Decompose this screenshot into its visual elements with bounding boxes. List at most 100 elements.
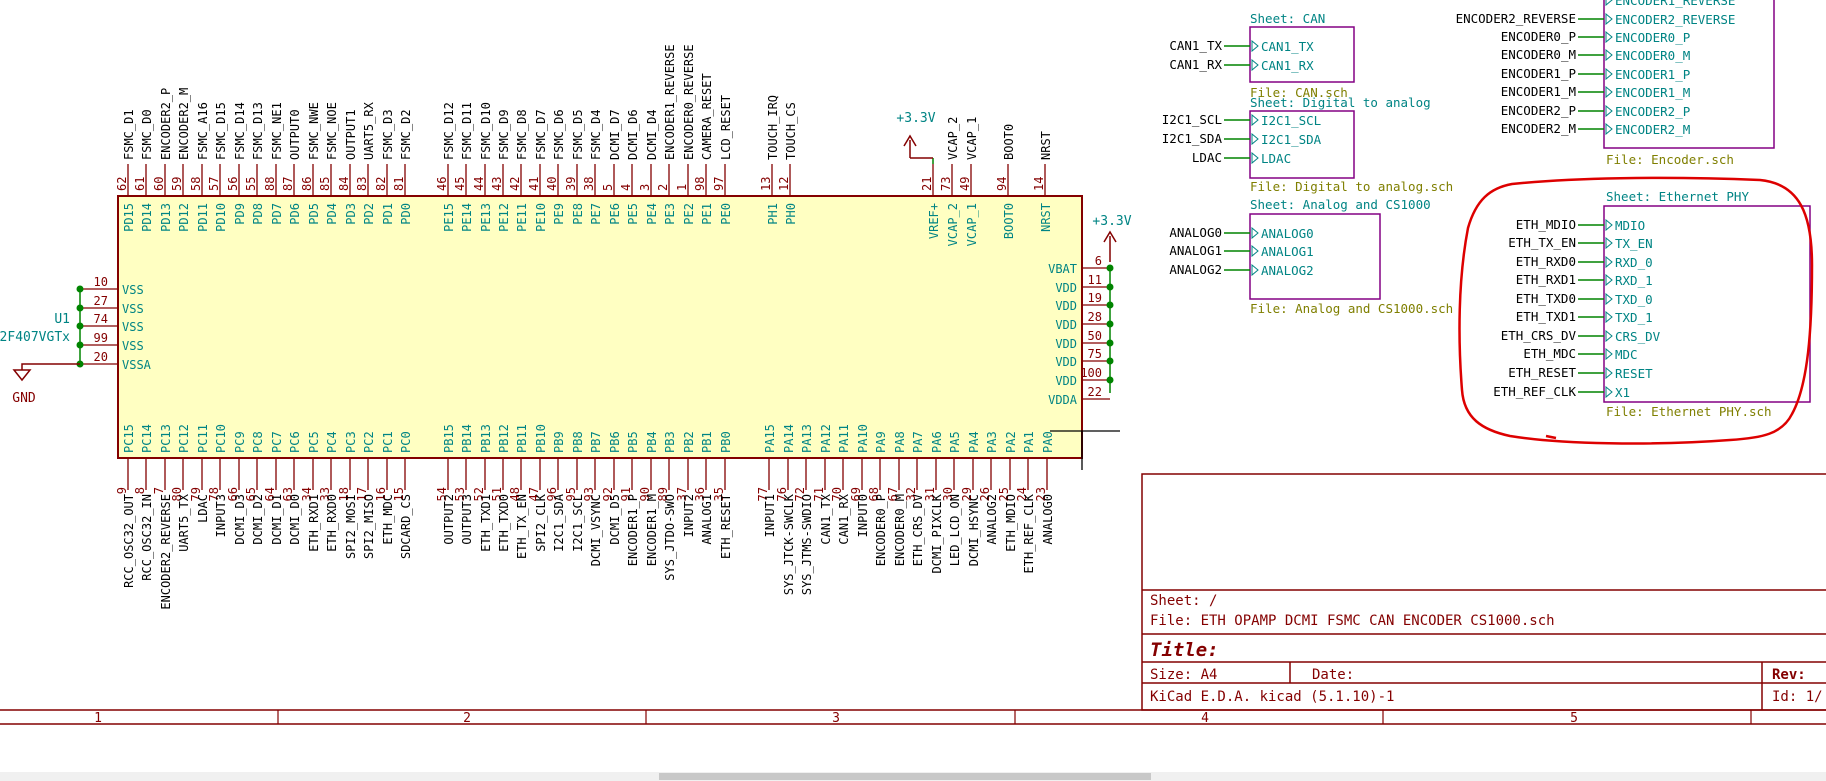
net-label: I2C1_SCL [571, 494, 585, 552]
pin-number: 39 [564, 177, 578, 191]
sheet-pin: I2C1_SCL [1261, 113, 1321, 128]
net-label: DCMI_PIXCLK [930, 493, 944, 573]
pin-name: PB6 [608, 431, 622, 453]
hierarchical-pin-icon [1251, 151, 1259, 165]
pin-name: PB11 [515, 424, 529, 453]
net-label: ENCODER2_M [1501, 121, 1576, 136]
title-block: Sheet: / File: ETH OPAMP DCMI FSMC CAN E… [1141, 473, 1826, 711]
net-label: ENCODER2_P [1501, 103, 1576, 118]
pin-name: PB4 [645, 431, 659, 453]
net-label: FSMC_D9 [497, 109, 511, 160]
pin-number: 58 [189, 177, 203, 191]
net-label: SYS_JTDO-SWO [663, 494, 677, 581]
pin-name: PA14 [782, 424, 796, 453]
net-label: DCMI_HSYNC [967, 494, 981, 566]
net-label: UART5_RX [362, 101, 376, 160]
pin-number: 1 [675, 184, 689, 191]
horizontal-scroll-thumb[interactable] [659, 773, 1151, 780]
net-label: ETH_TX_EN [1508, 235, 1576, 250]
hierarchical-pin-icon [1605, 273, 1613, 287]
net-label: SPI2_MISO [362, 494, 376, 559]
net-label: FSMC_D2 [399, 109, 413, 160]
vref-label: +3.3V [896, 111, 935, 126]
pin-name: PD6 [288, 203, 302, 225]
pin-name: PE7 [589, 203, 603, 225]
pin-name: PC0 [399, 431, 413, 453]
hierarchical-pin-icon [1605, 48, 1613, 62]
sheet-pin: TXD_1 [1615, 310, 1653, 325]
pin-name: PE1 [700, 203, 714, 225]
hierarchical-pin-icon [1605, 122, 1613, 136]
net-label: ETH_MDIO [1004, 494, 1018, 552]
pin-name: PC2 [362, 431, 376, 453]
gnd-symbol: GND [12, 363, 80, 406]
pin-name: PE4 [645, 203, 659, 225]
title-block-file: File: ETH OPAMP DCMI FSMC CAN ENCODER CS… [1150, 613, 1555, 629]
net-label: FSMC_D14 [233, 102, 247, 160]
pin-number: 83 [355, 177, 369, 191]
sheet-pin: CRS_DV [1615, 329, 1661, 344]
net-label: ETH_RESET [719, 494, 733, 559]
net-label: ENCODER1_P [1501, 66, 1576, 81]
schematic-canvas[interactable]: U1 2F407VGTx 62PD15FSMC_D161PD14FSMC_D06… [0, 0, 1826, 772]
pin-name: PC4 [325, 431, 339, 453]
pin-name: PE6 [608, 203, 622, 225]
pin-name: VDD [1055, 318, 1077, 332]
pin-number: 85 [318, 177, 332, 191]
vbat-arrow-icon [1103, 230, 1117, 262]
title-block-date: Date: [1312, 667, 1354, 683]
frame-column-4: 4 [1201, 711, 1209, 726]
net-label: DCMI_D6 [626, 109, 640, 160]
pin-name: PB10 [534, 424, 548, 453]
pin-name: PD15 [122, 203, 136, 232]
pin-name: PE14 [460, 203, 474, 232]
hierarchical-pin-icon [1605, 104, 1613, 118]
net-label: SYS_JTCK-SWCLK [782, 493, 796, 595]
hierarchical-pin-icon [1605, 67, 1613, 81]
net-label: ENCODER2_P [159, 88, 173, 160]
pin-name: PB5 [626, 431, 640, 453]
net-label: ENCODER1_P [626, 494, 640, 566]
hierarchical-pin-icon [1251, 132, 1259, 146]
sheet-pin: RXD_1 [1615, 273, 1653, 288]
frame-column-3: 3 [832, 711, 840, 726]
net-label: ETH_CRS_DV [1501, 328, 1577, 343]
sheet-pin: ENCODER1_P [1615, 67, 1690, 82]
pin-name: PA11 [837, 424, 851, 453]
net-label: ENCODER0_M [1501, 47, 1576, 62]
pin-number: 21 [920, 177, 934, 191]
mcu-symbol[interactable]: U1 2F407VGTx 62PD15FSMC_D161PD14FSMC_D06… [0, 44, 1114, 610]
pin-name: VDD [1055, 299, 1077, 313]
frame-column-2: 2 [463, 711, 471, 726]
net-label: ETH_REF_CLK [1022, 493, 1036, 573]
pin-name: PB3 [663, 431, 677, 453]
net-label: RCC_OSC32_OUT [122, 494, 136, 588]
hierarchical-pin-icon [1251, 244, 1259, 258]
net-label: ANALOG2 [1169, 262, 1222, 277]
net-label: DCMI_D7 [608, 109, 622, 160]
net-label: FSMC_D15 [214, 102, 228, 160]
pin-name: PA7 [911, 431, 925, 453]
sheet-can: Sheet: CANCAN1_TXCAN1_TXCAN1_RXCAN1_RXFi… [1169, 11, 1355, 100]
pin-name: PE11 [515, 203, 529, 232]
pin-name: VDD [1055, 337, 1077, 351]
net-label: ETH_TXD0 [497, 494, 511, 552]
net-label: FSMC_D11 [460, 102, 474, 160]
pin-name: PB8 [571, 431, 585, 453]
net-label: FSMC_NOE [325, 102, 339, 160]
net-label: FSMC_D1 [122, 109, 136, 160]
pin-name: PB12 [497, 424, 511, 453]
net-label: ETH_MDC [1523, 346, 1576, 361]
hierarchical-pin-icon [1605, 292, 1613, 306]
pin-name: PC8 [251, 431, 265, 453]
pin-name: PB0 [719, 431, 733, 453]
sheet-pin: ANALOG0 [1261, 226, 1314, 241]
pin-name: PA9 [874, 431, 888, 453]
pin-number: 57 [207, 177, 221, 191]
horizontal-scrollbar[interactable] [0, 772, 1826, 781]
sheet-name: Sheet: Ethernet PHY [1606, 189, 1749, 204]
net-label: TOUCH_IRQ [766, 95, 780, 160]
net-label: FSMC_NWE [307, 102, 321, 160]
pin-number: 13 [759, 177, 773, 191]
pin-name: PC7 [270, 431, 284, 453]
